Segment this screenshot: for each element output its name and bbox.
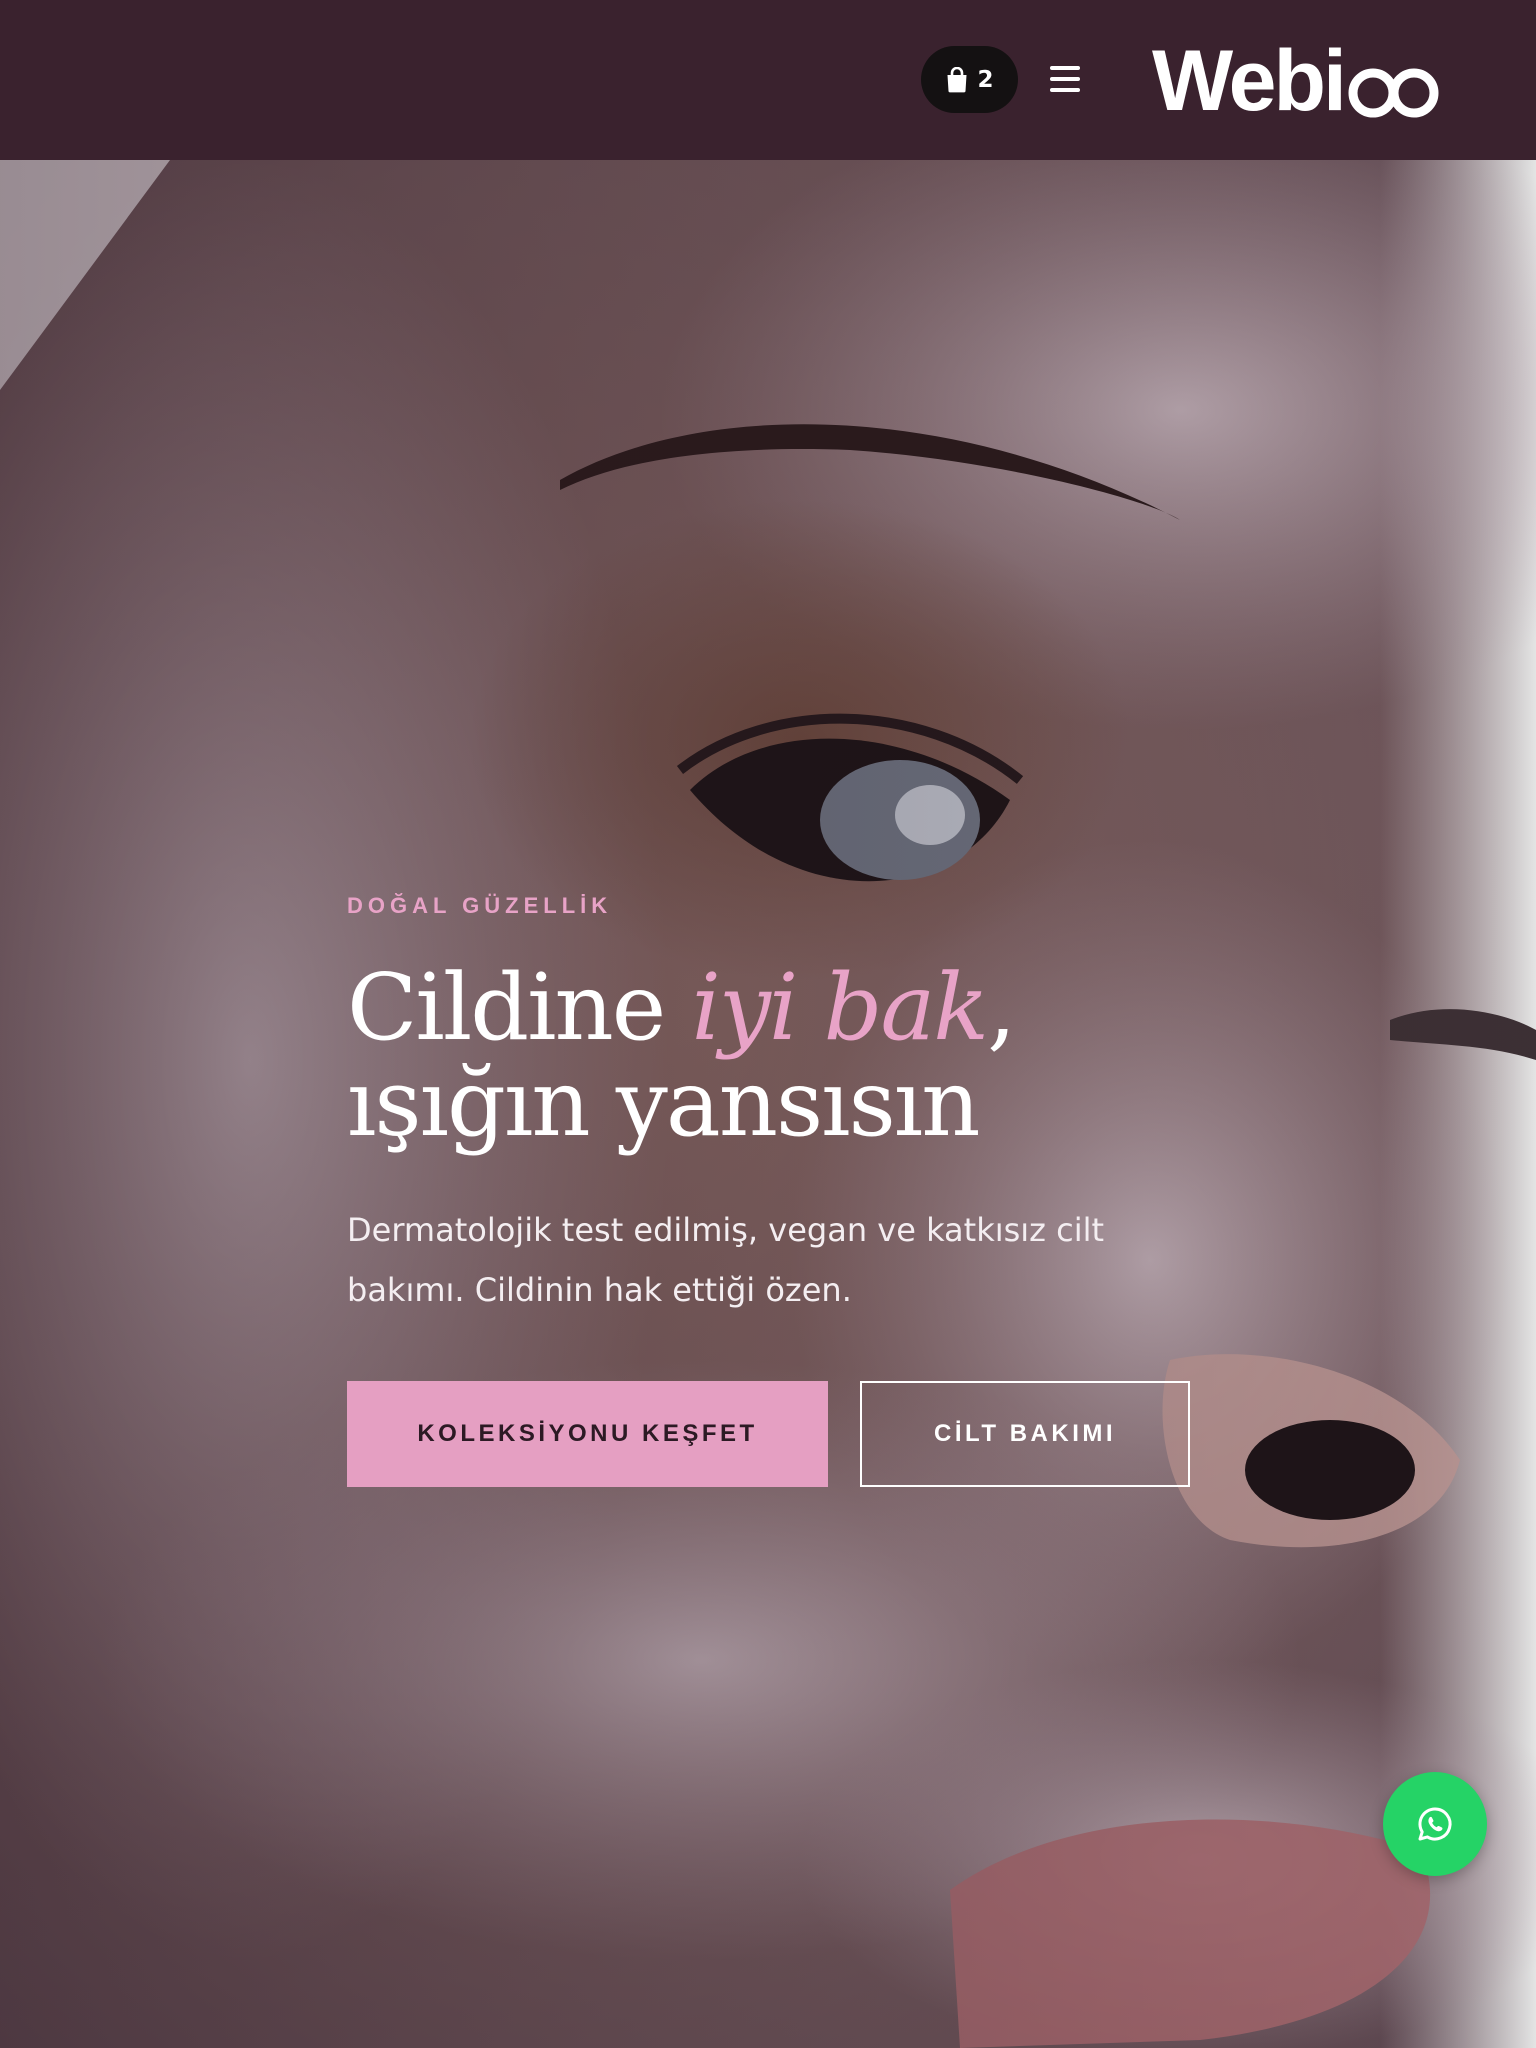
cart-count-badge: 2 xyxy=(977,66,994,93)
skin-care-button[interactable]: CİLT BAKIMI xyxy=(860,1381,1190,1487)
webioo-logo-mark: Webi xyxy=(1152,33,1439,129)
shopping-bag-icon xyxy=(947,66,967,92)
hero-eyebrow: DOĞAL GÜZELLİK xyxy=(347,893,613,918)
whatsapp-icon xyxy=(1418,1807,1452,1841)
hero-content: DOĞAL GÜZELLİK Cildine iyi bak, ışığın y… xyxy=(347,160,1247,2048)
cart-button[interactable]: 2 xyxy=(921,46,1018,113)
whatsapp-chat-button[interactable] xyxy=(1383,1772,1487,1876)
hero-section: DOĞAL GÜZELLİK Cildine iyi bak, ışığın y… xyxy=(0,160,1536,2048)
headline-line2: ışığın yansısın xyxy=(347,1050,980,1157)
headline-comma: , xyxy=(987,954,1016,1061)
hamburger-menu-icon[interactable] xyxy=(1046,58,1084,100)
hero-description: Dermatolojik test edilmiş, vegan ve katk… xyxy=(347,1211,1105,1309)
hero-headline: Cildine iyi bak, ışığın yansısın xyxy=(347,960,1247,1152)
brand-logo[interactable]: Webi xyxy=(1152,33,1442,129)
headline-start: Cildine xyxy=(347,954,692,1061)
site-header: 2 Webi xyxy=(0,0,1536,160)
headline-accent: iyi bak xyxy=(691,954,990,1061)
svg-text:Webi: Webi xyxy=(1152,33,1344,129)
explore-collection-button[interactable]: KOLEKSİYONU KEŞFET xyxy=(347,1381,828,1487)
